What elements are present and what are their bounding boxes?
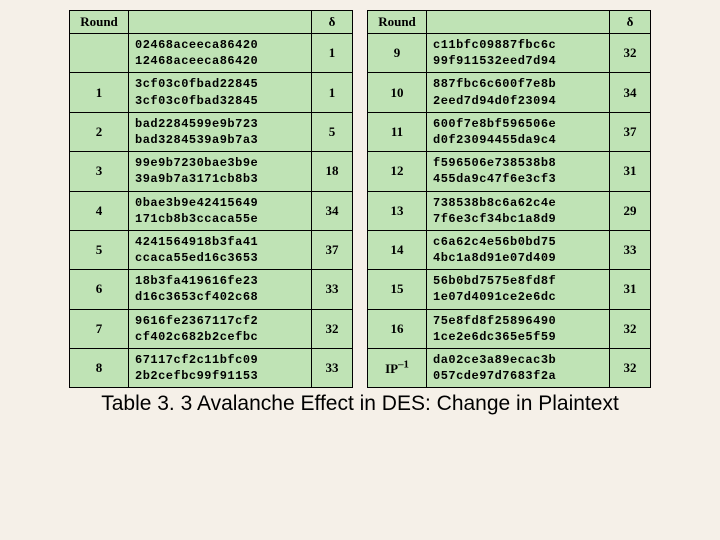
delta-cell: 29 bbox=[610, 191, 651, 230]
col-header-delta: δ bbox=[312, 11, 353, 34]
delta-cell: 32 bbox=[312, 309, 353, 348]
round-cell: 1 bbox=[70, 73, 129, 112]
delta-cell: 34 bbox=[312, 191, 353, 230]
delta-cell: 33 bbox=[312, 349, 353, 388]
table-row: 54241564918b3fa41ccaca55ed16c365337 bbox=[70, 230, 353, 269]
table-row: 2bad2284599e9b723bad3284539a9b7a35 bbox=[70, 112, 353, 151]
round-cell: 13 bbox=[368, 191, 427, 230]
delta-cell: 37 bbox=[610, 112, 651, 151]
table-row: 13738538b8c6a62c4e7f6e3cf34bc1a8d929 bbox=[368, 191, 651, 230]
round-cell: 6 bbox=[70, 270, 129, 309]
hex-cell: 3cf03c0fbad228453cf03c0fbad32845 bbox=[129, 73, 312, 112]
delta-cell: 18 bbox=[312, 152, 353, 191]
delta-cell: 32 bbox=[610, 309, 651, 348]
table-row: 02468aceeca8642012468aceeca864201 bbox=[70, 34, 353, 73]
delta-cell: 32 bbox=[610, 349, 651, 388]
hex-cell: f596506e738538b8455da9c47f6e3cf3 bbox=[427, 152, 610, 191]
round-cell: 3 bbox=[70, 152, 129, 191]
table-row: IP–1da02ce3a89ecac3b057cde97d7683f2a32 bbox=[368, 349, 651, 388]
table-row: 11600f7e8bf596506ed0f23094455da9c437 bbox=[368, 112, 651, 151]
table-caption: Table 3. 3 Avalanche Effect in DES: Chan… bbox=[50, 392, 670, 416]
hex-cell: 0bae3b9e42415649171cb8b3ccaca55e bbox=[129, 191, 312, 230]
col-header-round: Round bbox=[70, 11, 129, 34]
table-row: 399e9b7230bae3b9e39a9b7a3171cb8b318 bbox=[70, 152, 353, 191]
round-cell: 9 bbox=[368, 34, 427, 73]
hex-cell: 4241564918b3fa41ccaca55ed16c3653 bbox=[129, 230, 312, 269]
delta-cell: 34 bbox=[610, 73, 651, 112]
hex-cell: 18b3fa419616fe23d16c3653cf402c68 bbox=[129, 270, 312, 309]
hex-cell: 75e8fd8f258964901ce2e6dc365e5f59 bbox=[427, 309, 610, 348]
round-cell: 7 bbox=[70, 309, 129, 348]
round-cell: IP–1 bbox=[368, 349, 427, 388]
round-cell bbox=[70, 34, 129, 73]
hex-cell: 9616fe2367117cf2cf402c682b2cefbc bbox=[129, 309, 312, 348]
round-cell: 5 bbox=[70, 230, 129, 269]
hex-cell: 887fbc6c600f7e8b2eed7d94d0f23094 bbox=[427, 73, 610, 112]
round-cell: 11 bbox=[368, 112, 427, 151]
delta-cell: 33 bbox=[312, 270, 353, 309]
hex-cell: c6a62c4e56b0bd754bc1a8d91e07d409 bbox=[427, 230, 610, 269]
delta-cell: 33 bbox=[610, 230, 651, 269]
hex-cell: c11bfc09887fbc6c99f911532eed7d94 bbox=[427, 34, 610, 73]
table-row: 14c6a62c4e56b0bd754bc1a8d91e07d40933 bbox=[368, 230, 651, 269]
table-row: 1556b0bd7575e8fd8f1e07d4091ce2e6dc31 bbox=[368, 270, 651, 309]
delta-cell: 1 bbox=[312, 73, 353, 112]
hex-cell: bad2284599e9b723bad3284539a9b7a3 bbox=[129, 112, 312, 151]
delta-cell: 37 bbox=[312, 230, 353, 269]
table-row: 10887fbc6c600f7e8b2eed7d94d0f2309434 bbox=[368, 73, 651, 112]
hex-cell: 600f7e8bf596506ed0f23094455da9c4 bbox=[427, 112, 610, 151]
hex-cell: 67117cf2c11bfc092b2cefbc99f91153 bbox=[129, 349, 312, 388]
table-row: 1675e8fd8f258964901ce2e6dc365e5f5932 bbox=[368, 309, 651, 348]
table-row: 40bae3b9e42415649171cb8b3ccaca55e34 bbox=[70, 191, 353, 230]
round-cell: 15 bbox=[368, 270, 427, 309]
round-cell: 12 bbox=[368, 152, 427, 191]
round-cell: 8 bbox=[70, 349, 129, 388]
table-row: 13cf03c0fbad228453cf03c0fbad328451 bbox=[70, 73, 353, 112]
col-header-round: Round bbox=[368, 11, 427, 34]
right-table: Round δ 9c11bfc09887fbc6c99f911532eed7d9… bbox=[367, 10, 651, 388]
delta-cell: 31 bbox=[610, 152, 651, 191]
delta-cell: 5 bbox=[312, 112, 353, 151]
col-header-delta: δ bbox=[610, 11, 651, 34]
hex-cell: 99e9b7230bae3b9e39a9b7a3171cb8b3 bbox=[129, 152, 312, 191]
table-row: 9c11bfc09887fbc6c99f911532eed7d9432 bbox=[368, 34, 651, 73]
tables-wrap: Round δ 02468aceeca8642012468aceeca86420… bbox=[50, 10, 670, 388]
round-cell: 10 bbox=[368, 73, 427, 112]
round-cell: 16 bbox=[368, 309, 427, 348]
table-row: 79616fe2367117cf2cf402c682b2cefbc32 bbox=[70, 309, 353, 348]
round-cell: 14 bbox=[368, 230, 427, 269]
delta-cell: 32 bbox=[610, 34, 651, 73]
hex-cell: 738538b8c6a62c4e7f6e3cf34bc1a8d9 bbox=[427, 191, 610, 230]
table-row: 867117cf2c11bfc092b2cefbc99f9115333 bbox=[70, 349, 353, 388]
col-header-hex bbox=[427, 11, 610, 34]
hex-cell: da02ce3a89ecac3b057cde97d7683f2a bbox=[427, 349, 610, 388]
delta-cell: 31 bbox=[610, 270, 651, 309]
hex-cell: 56b0bd7575e8fd8f1e07d4091ce2e6dc bbox=[427, 270, 610, 309]
round-cell: 2 bbox=[70, 112, 129, 151]
delta-cell: 1 bbox=[312, 34, 353, 73]
table-row: 618b3fa419616fe23d16c3653cf402c6833 bbox=[70, 270, 353, 309]
col-header-hex bbox=[129, 11, 312, 34]
round-cell: 4 bbox=[70, 191, 129, 230]
hex-cell: 02468aceeca8642012468aceeca86420 bbox=[129, 34, 312, 73]
table-row: 12f596506e738538b8455da9c47f6e3cf331 bbox=[368, 152, 651, 191]
left-table: Round δ 02468aceeca8642012468aceeca86420… bbox=[69, 10, 353, 388]
